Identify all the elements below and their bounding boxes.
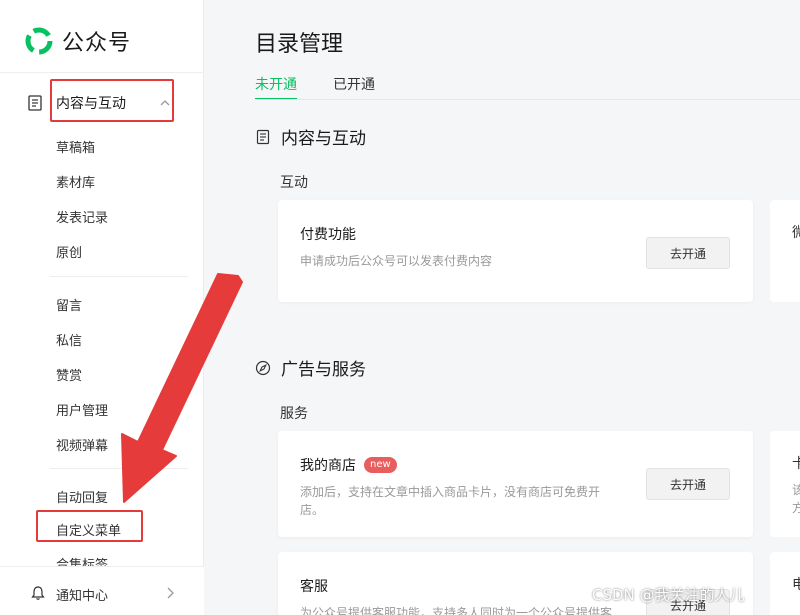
feature-card-shop: 我的商店 new 添加后，支持在文章中插入商品卡片，没有商店可免费开店。 去开通 — [278, 431, 753, 537]
card-name: 我的商店 new — [300, 455, 397, 475]
sidebar-item-video-danmaku[interactable]: 视频弹幕 — [56, 435, 108, 454]
card-name-text: 我的商店 — [300, 458, 356, 474]
tab-bar: 未开通 已开通 — [255, 74, 411, 100]
document-icon — [28, 95, 42, 111]
card-peek-text: 卡 — [792, 456, 800, 472]
feature-card-peek[interactable]: 电 — [770, 552, 800, 615]
section-title-text: 广告与服务 — [281, 360, 366, 380]
brand[interactable]: 公众号 — [24, 24, 131, 58]
red-arrow-annotation — [121, 273, 243, 503]
sidebar-item-original[interactable]: 原创 — [56, 242, 82, 261]
wechat-official-logo-icon — [25, 27, 53, 55]
enable-button[interactable]: 去开通 — [646, 237, 730, 269]
section-subtitle: 服务 — [280, 406, 308, 422]
new-badge: new — [364, 457, 397, 473]
sidebar-item-comments[interactable]: 留言 — [56, 295, 82, 314]
sidebar-item-publish-records[interactable]: 发表记录 — [56, 207, 108, 226]
main-content: 目录管理 未开通 已开通 内容与互动 互动 付费功能 申请成功后公众号可以发表付… — [205, 0, 800, 615]
card-name-text: 客服 — [300, 579, 328, 595]
page-title: 目录管理 — [255, 32, 344, 57]
bell-icon — [31, 586, 45, 600]
notification-center[interactable]: 通知中心 — [0, 566, 204, 615]
card-peek-desc: 方 — [792, 501, 800, 515]
chevron-right-icon — [167, 587, 174, 599]
sidebar-item-materials[interactable]: 素材库 — [56, 172, 95, 191]
sidebar-item-rewards[interactable]: 赞赏 — [56, 365, 82, 384]
sidebar-item-auto-reply[interactable]: 自动回复 — [56, 487, 108, 506]
section-title-text: 内容与互动 — [281, 129, 366, 149]
divider — [0, 72, 204, 73]
card-name-text: 付费功能 — [300, 227, 356, 243]
enable-button[interactable]: 去开通 — [646, 468, 730, 500]
tab-not-enabled[interactable]: 未开通 — [255, 74, 297, 100]
section-subtitle: 互动 — [280, 175, 308, 191]
card-description: 添加后，支持在文章中插入商品卡片，没有商店可免费开店。 — [300, 485, 601, 517]
tab-enabled[interactable]: 已开通 — [333, 74, 375, 100]
document-icon — [256, 129, 270, 144]
watermark: CSDN @我关注的人儿 — [592, 586, 745, 604]
section-title-content: 内容与互动 — [255, 124, 366, 149]
feature-card-paid: 付费功能 申请成功后公众号可以发表付费内容 去开通 — [278, 200, 753, 302]
card-description: 为公众号提供客服功能，支持多人同时为一个公众号提供客 — [300, 606, 613, 615]
highlight-box-custom-menu — [36, 510, 143, 542]
sidebar-item-drafts[interactable]: 草稿箱 — [56, 137, 95, 156]
card-description: 申请成功后公众号可以发表付费内容 — [300, 254, 493, 268]
notification-center-label: 通知中心 — [56, 589, 109, 604]
divider — [255, 99, 800, 100]
compass-icon — [255, 360, 271, 375]
card-peek-desc: 该 — [792, 483, 800, 497]
brand-name: 公众号 — [62, 31, 132, 56]
card-name: 客服 — [300, 576, 328, 596]
sidebar-item-user-management[interactable]: 用户管理 — [56, 400, 108, 419]
highlight-box-group — [50, 79, 174, 122]
card-peek-text: 电 — [792, 577, 800, 593]
feature-card-peek[interactable]: 微 — [770, 200, 800, 302]
card-name: 付费功能 — [300, 224, 356, 244]
card-peek-text: 微 — [792, 225, 800, 241]
section-title-ads: 广告与服务 — [255, 355, 366, 380]
feature-card-peek[interactable]: 卡 该 方 — [770, 431, 800, 537]
sidebar-item-messages[interactable]: 私信 — [56, 330, 82, 349]
